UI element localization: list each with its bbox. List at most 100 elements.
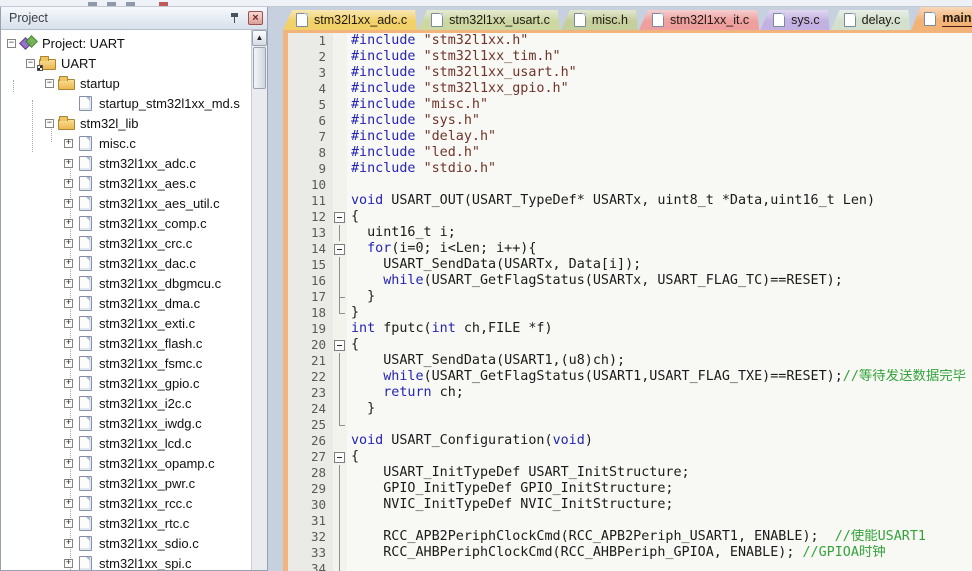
tree-item-label: stm32l1xx_exti.c xyxy=(99,315,196,331)
tree-item-uart[interactable]: − UART xyxy=(1,53,251,73)
tree-item-label: Project: UART xyxy=(42,35,125,51)
expander-minus-icon[interactable]: − xyxy=(26,58,35,68)
tree-item-stm32l1xx-rcc-c[interactable]: + stm32l1xx_rcc.c xyxy=(1,493,251,513)
expander-plus-icon[interactable]: + xyxy=(64,198,73,208)
tab-main-c[interactable]: main.c xyxy=(911,7,972,30)
code-text: #include "stdio.h" xyxy=(351,161,497,176)
fold-margin xyxy=(333,145,347,161)
tree-item-stm32l1xx-rtc-c[interactable]: + stm32l1xx_rtc.c xyxy=(1,513,251,533)
expander-plus-icon[interactable]: + xyxy=(64,318,73,328)
tab-stm32l1xx-adc-c[interactable]: stm32l1xx_adc.c xyxy=(283,10,417,30)
tree-item-project-uart[interactable]: − Project: UART xyxy=(1,33,251,53)
fold-margin xyxy=(333,97,347,113)
code-text: #include "stm32l1xx_gpio.h" xyxy=(351,81,569,96)
tree-item-startup[interactable]: − startup xyxy=(1,73,251,93)
code-line: 32 RCC_APB2PeriphClockCmd(RCC_APB2Periph… xyxy=(288,529,972,545)
code-text: uint16_t i; xyxy=(351,225,456,240)
tree-item-stm32l1xx-opamp-c[interactable]: + stm32l1xx_opamp.c xyxy=(1,453,251,473)
expander-plus-icon[interactable]: + xyxy=(64,358,73,368)
tree-item-label: stm32l1xx_rcc.c xyxy=(99,495,193,511)
code-editor[interactable]: 1 #include "stm32l1xx.h" 2 #include "stm32l… xyxy=(283,30,972,571)
expander-plus-icon[interactable]: + xyxy=(64,218,73,228)
toolbar-remnant-mark xyxy=(159,2,168,6)
tree-item-stm32l1xx-crc-c[interactable]: + stm32l1xx_crc.c xyxy=(1,233,251,253)
tree-item-stm32l1xx-dbgmcu-c[interactable]: + stm32l1xx_dbgmcu.c xyxy=(1,273,251,293)
code-line: 22 while(USART_GetFlagStatus(USART1,USAR… xyxy=(288,369,972,385)
expander-plus-icon[interactable]: + xyxy=(64,498,73,508)
tree-item-startup-stm32l1xx-md-s[interactable]: startup_stm32l1xx_md.s xyxy=(1,93,251,113)
expander-plus-icon[interactable]: + xyxy=(64,178,73,188)
tree-item-stm32l-lib[interactable]: − stm32l_lib xyxy=(1,113,251,133)
expander-plus-icon[interactable]: + xyxy=(64,138,73,148)
editor-area: stm32l1xx_adc.c stm32l1xx_usart.c misc.h st… xyxy=(268,7,972,571)
expander-minus-icon[interactable]: − xyxy=(7,38,16,48)
scrollbar-thumb[interactable] xyxy=(253,47,266,89)
project-panel-body: − Project: UART − UART − startup startup_stm32… xyxy=(1,30,267,570)
tree-item-label: startup_stm32l1xx_md.s xyxy=(99,95,240,111)
tree-scrollbar[interactable]: ▲ xyxy=(251,30,267,570)
main-layout: Project × − Project: UART − UART − startup sta… xyxy=(0,7,972,571)
tree-item-stm32l1xx-fsmc-c[interactable]: + stm32l1xx_fsmc.c xyxy=(1,353,251,373)
tab-stm32l1xx-it-c[interactable]: stm32l1xx_it.c xyxy=(639,10,759,30)
fold-margin xyxy=(333,353,347,369)
tree-item-label: stm32l1xx_dbgmcu.c xyxy=(99,275,222,291)
tree-item-stm32l1xx-gpio-c[interactable]: + stm32l1xx_gpio.c xyxy=(1,373,251,393)
tree-item-stm32l1xx-i2c-c[interactable]: + stm32l1xx_i2c.c xyxy=(1,393,251,413)
fold-collapse-icon[interactable] xyxy=(333,449,347,465)
tab-label: stm32l1xx_usart.c xyxy=(449,13,550,27)
tree-item-stm32l1xx-spi-c[interactable]: + stm32l1xx_spi.c xyxy=(1,553,251,570)
expander-plus-icon[interactable]: + xyxy=(64,538,73,548)
fold-collapse-icon[interactable] xyxy=(333,241,347,257)
code-line: 15 USART_SendData(USARTx, Data[i]); xyxy=(288,257,972,273)
expander-plus-icon[interactable]: + xyxy=(64,258,73,268)
expander-plus-icon[interactable]: + xyxy=(64,478,73,488)
project-tree: − Project: UART − UART − startup startup_stm32… xyxy=(1,30,251,570)
expander-plus-icon[interactable]: + xyxy=(64,278,73,288)
expander-plus-icon[interactable]: + xyxy=(64,378,73,388)
expander-plus-icon[interactable]: + xyxy=(64,418,73,428)
scroll-up-arrow-icon[interactable]: ▲ xyxy=(252,30,267,46)
code-line: 12 { xyxy=(288,209,972,225)
expander-plus-icon[interactable]: + xyxy=(64,558,73,568)
tree-item-stm32l1xx-flash-c[interactable]: + stm32l1xx_flash.c xyxy=(1,333,251,353)
line-number: 12 xyxy=(288,209,333,225)
tree-item-stm32l1xx-iwdg-c[interactable]: + stm32l1xx_iwdg.c xyxy=(1,413,251,433)
tree-item-misc-c[interactable]: + misc.c xyxy=(1,133,251,153)
line-number: 8 xyxy=(288,145,333,161)
expander-plus-icon[interactable]: + xyxy=(64,458,73,468)
file-icon xyxy=(77,295,94,311)
close-icon[interactable]: × xyxy=(248,11,263,25)
tab-stm32l1xx-usart-c[interactable]: stm32l1xx_usart.c xyxy=(418,10,560,30)
tree-item-stm32l1xx-dac-c[interactable]: + stm32l1xx_dac.c xyxy=(1,253,251,273)
tree-item-stm32l1xx-dma-c[interactable]: + stm32l1xx_dma.c xyxy=(1,293,251,313)
tree-item-label: stm32l1xx_crc.c xyxy=(99,235,193,251)
fold-collapse-icon[interactable] xyxy=(333,337,347,353)
tab-delay-c[interactable]: delay.c xyxy=(831,10,911,30)
tab-misc-h[interactable]: misc.h xyxy=(561,10,638,30)
tree-item-stm32l1xx-aes-c[interactable]: + stm32l1xx_aes.c xyxy=(1,173,251,193)
tree-item-stm32l1xx-aes-util-c[interactable]: + stm32l1xx_aes_util.c xyxy=(1,193,251,213)
tree-item-stm32l1xx-adc-c[interactable]: + stm32l1xx_adc.c xyxy=(1,153,251,173)
expander-plus-icon[interactable]: + xyxy=(64,338,73,348)
expander-plus-icon[interactable]: + xyxy=(64,298,73,308)
expander-plus-icon[interactable]: + xyxy=(64,158,73,168)
tree-item-stm32l1xx-pwr-c[interactable]: + stm32l1xx_pwr.c xyxy=(1,473,251,493)
expander-plus-icon[interactable]: + xyxy=(64,238,73,248)
tree-item-stm32l1xx-comp-c[interactable]: + stm32l1xx_comp.c xyxy=(1,213,251,233)
pin-icon[interactable] xyxy=(228,11,242,25)
tree-item-label: misc.c xyxy=(99,135,136,151)
tree-item-stm32l1xx-lcd-c[interactable]: + stm32l1xx_lcd.c xyxy=(1,433,251,453)
file-icon xyxy=(77,175,94,191)
expander-minus-icon[interactable]: − xyxy=(45,118,54,128)
line-number: 14 xyxy=(288,241,333,257)
tree-item-stm32l1xx-sdio-c[interactable]: + stm32l1xx_sdio.c xyxy=(1,533,251,553)
fold-collapse-icon[interactable] xyxy=(333,209,347,225)
file-icon xyxy=(77,275,94,291)
expander-plus-icon[interactable]: + xyxy=(64,438,73,448)
tab-sys-c[interactable]: sys.c xyxy=(760,10,829,30)
expander-minus-icon[interactable]: − xyxy=(45,78,54,88)
tree-item-stm32l1xx-exti-c[interactable]: + stm32l1xx_exti.c xyxy=(1,313,251,333)
expander-plus-icon[interactable]: + xyxy=(64,518,73,528)
code-line: 27 { xyxy=(288,449,972,465)
expander-plus-icon[interactable]: + xyxy=(64,398,73,408)
